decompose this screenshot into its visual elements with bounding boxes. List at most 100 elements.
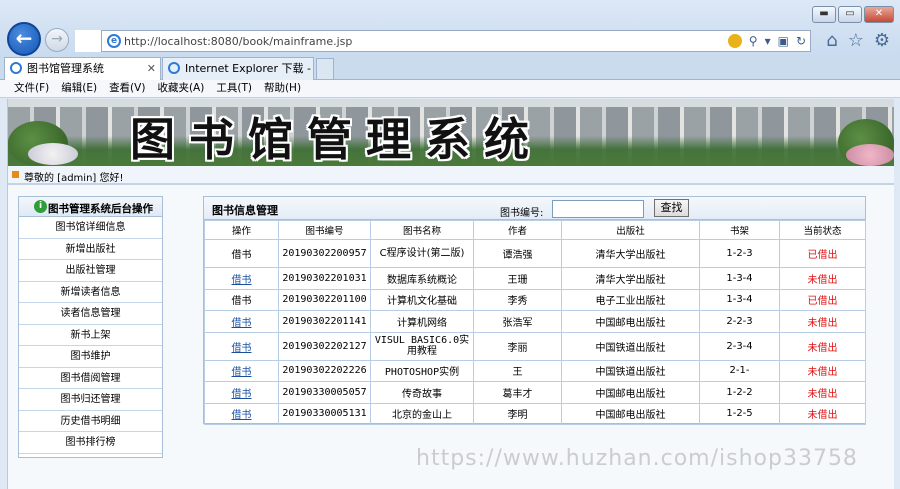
borrow-link[interactable]: 借书 <box>232 318 252 329</box>
sidebar-item-add-reader[interactable]: 新增读者信息 <box>19 281 162 303</box>
column-header-operation: 操作 <box>204 220 279 240</box>
publisher-cell: 电子工业出版社 <box>561 288 700 311</box>
sidebar-item-library-info[interactable]: 图书馆详细信息 <box>19 217 162 239</box>
banner-flower-decoration <box>28 143 78 165</box>
sidebar-item-publisher-management[interactable]: 出版社管理 <box>19 260 162 282</box>
maximize-button[interactable]: ▭ <box>838 6 862 23</box>
sidebar-item-borrow-history[interactable]: 历史借书明细 <box>19 410 162 432</box>
status-cell: 未借出 <box>779 267 866 290</box>
book-name-cell: 传奇故事 <box>370 381 474 404</box>
welcome-bar: 尊敬的 [admin] 您好! <box>8 166 894 185</box>
book-name-cell: 计算机文化基础 <box>370 288 474 311</box>
menu-file[interactable]: 文件(F) <box>8 80 55 97</box>
menu-view[interactable]: 查看(V) <box>103 80 151 97</box>
shelf-cell: 2-1- <box>699 359 780 382</box>
search-icon[interactable]: ⚲ <box>749 33 758 49</box>
books-table: 操作 图书编号 图书名称 作者 出版社 书架 当前状态 借书 201903022… <box>204 220 866 425</box>
table-row: 借书 20190302200957 C程序设计(第二版) 谭浩强 清华大学出版社… <box>204 239 866 268</box>
sidebar-item-borrow-management[interactable]: 图书借阅管理 <box>19 367 162 389</box>
book-id-cell: 20190330005131 <box>278 402 371 425</box>
borrow-link[interactable]: 借书 <box>232 389 252 400</box>
book-name-cell: VISUL BASIC6.0实用教程 <box>370 331 474 361</box>
tab-library-system[interactable]: 图书馆管理系统 ✕ <box>4 57 161 80</box>
book-id-cell: 20190302202127 <box>278 331 371 361</box>
menu-help[interactable]: 帮助(H) <box>258 80 307 97</box>
minimize-button[interactable]: ▬ <box>812 6 836 23</box>
book-info-panel: 图书信息管理 图书编号: 查找 操作 图书编号 图书名称 作者 出版社 书架 当… <box>203 196 866 425</box>
shelf-cell: 1-2-3 <box>699 239 780 268</box>
bookmark-page-icon[interactable]: ▣ <box>778 33 789 49</box>
borrow-link[interactable]: 借书 <box>232 367 252 378</box>
borrow-link[interactable]: 借书 <box>232 343 252 354</box>
book-id-cell: 20190302201031 <box>278 267 371 290</box>
shelf-cell: 1-2-2 <box>699 381 780 404</box>
window-controls: ▬ ▭ ✕ <box>812 6 894 23</box>
back-button[interactable]: ← <box>7 22 41 56</box>
web-page: 图书馆管理系统 尊敬的 [admin] 您好! i 图书管理系统后台操作 图书馆… <box>7 99 894 489</box>
book-id-cell: 20190302202226 <box>278 359 371 382</box>
author-cell: 王 <box>473 359 562 382</box>
compatibility-icon[interactable] <box>727 34 742 48</box>
book-name-cell: 计算机网络 <box>370 310 474 333</box>
main-content: i 图书管理系统后台操作 图书馆详细信息 新增出版社 出版社管理 新增读者信息 … <box>8 185 894 489</box>
shelf-cell: 1-3-4 <box>699 288 780 311</box>
browser-toolbar-right: ⌂ ☆ ⚙ <box>826 30 890 52</box>
book-id-search-input[interactable] <box>552 200 644 218</box>
favorites-star-icon[interactable]: ☆ <box>848 30 864 52</box>
sidebar-item-book-maintenance[interactable]: 图书维护 <box>19 346 162 368</box>
shelf-cell: 2-2-3 <box>699 310 780 333</box>
status-cell: 未借出 <box>779 381 866 404</box>
borrow-link[interactable]: 借书 <box>232 410 252 421</box>
publisher-cell: 清华大学出版社 <box>561 267 700 290</box>
menu-favorites[interactable]: 收藏夹(A) <box>151 80 210 97</box>
close-button[interactable]: ✕ <box>864 6 894 23</box>
table-row: 借书 20190302201141 计算机网络 张浩军 中国邮电出版社 2-2-… <box>204 310 866 333</box>
book-id-cell: 20190302201141 <box>278 310 371 333</box>
status-cell: 未借出 <box>779 310 866 333</box>
dropdown-icon[interactable]: ▾ <box>765 33 771 49</box>
sidebar-item-add-publisher[interactable]: 新增出版社 <box>19 238 162 260</box>
borrow-link[interactable]: 借书 <box>232 275 252 286</box>
tab-label: 图书馆管理系统 <box>27 62 104 75</box>
menu-tools[interactable]: 工具(T) <box>210 80 258 97</box>
column-header-book-id: 图书编号 <box>278 220 371 240</box>
panel-header: 图书信息管理 图书编号: 查找 <box>204 197 865 220</box>
sidebar-item-new-books[interactable]: 新书上架 <box>19 324 162 346</box>
sidebar-item-reader-management[interactable]: 读者信息管理 <box>19 303 162 325</box>
tab-ie-download[interactable]: Internet Explorer 下载 - W... <box>162 57 314 80</box>
ie-page-icon: e <box>107 34 121 48</box>
table-header-row: 操作 图书编号 图书名称 作者 出版社 书架 当前状态 <box>204 220 866 240</box>
table-row: 借书 20190330005131 北京的金山上 李明 中国邮电出版社 1-2-… <box>204 402 866 425</box>
borrow-action: 借书 <box>204 239 279 268</box>
author-cell: 谭浩强 <box>473 239 562 268</box>
shelf-cell: 2-3-4 <box>699 331 780 361</box>
sidebar-title: 图书管理系统后台操作 <box>48 203 153 215</box>
panel-title: 图书信息管理 <box>212 204 278 217</box>
refresh-icon[interactable]: ↻ <box>796 33 806 49</box>
tab-close-icon[interactable]: ✕ <box>147 58 156 79</box>
author-cell: 李秀 <box>473 288 562 311</box>
new-tab-button[interactable] <box>316 58 334 79</box>
ie-tab-icon <box>168 62 180 74</box>
author-cell: 张浩军 <box>473 310 562 333</box>
status-cell: 已借出 <box>779 239 866 268</box>
forward-button[interactable]: → <box>45 28 69 52</box>
status-cell: 未借出 <box>779 359 866 382</box>
settings-gear-icon[interactable]: ⚙ <box>874 30 890 52</box>
publisher-cell: 中国邮电出版社 <box>561 381 700 404</box>
publisher-cell: 中国铁道出版社 <box>561 331 700 361</box>
banner: 图书馆管理系统 <box>8 99 894 166</box>
sidebar-item-book-ranking[interactable]: 图书排行榜 <box>19 432 162 454</box>
sidebar-item-return-management[interactable]: 图书归还管理 <box>19 389 162 411</box>
address-bar[interactable]: e http://localhost:8080/book/mainframe.j… <box>101 30 811 52</box>
url-text[interactable]: http://localhost:8080/book/mainframe.jsp <box>124 35 352 48</box>
shelf-cell: 1-3-4 <box>699 267 780 290</box>
table-row: 借书 20190302202226 PHOTOSHOP实例 王 中国铁道出版社 … <box>204 359 866 382</box>
menu-edit[interactable]: 编辑(E) <box>55 80 103 97</box>
home-icon[interactable]: ⌂ <box>826 30 837 52</box>
menu-bar: 文件(F) 编辑(E) 查看(V) 收藏夹(A) 工具(T) 帮助(H) <box>0 80 900 98</box>
search-button[interactable]: 查找 <box>654 199 689 217</box>
publisher-cell: 中国邮电出版社 <box>561 402 700 425</box>
column-header-shelf: 书架 <box>699 220 780 240</box>
publisher-cell: 中国邮电出版社 <box>561 310 700 333</box>
